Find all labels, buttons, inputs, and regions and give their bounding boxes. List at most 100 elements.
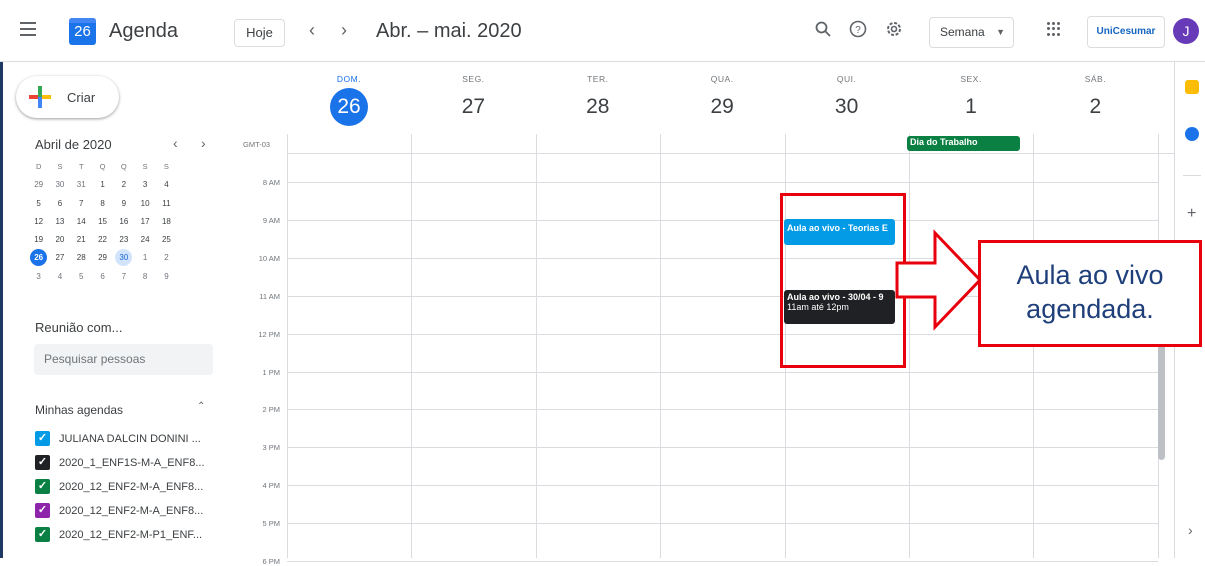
mini-calendar-day[interactable]: 6 <box>92 268 113 286</box>
mini-calendar-day[interactable]: 4 <box>49 268 70 286</box>
mini-calendar-day[interactable]: 8 <box>92 195 113 213</box>
day-header-date[interactable]: 1 <box>952 88 990 126</box>
mini-calendar-day-number: 24 <box>140 235 150 245</box>
mini-calendar-day[interactable]: 12 <box>28 213 49 231</box>
mini-calendar-day[interactable]: 9 <box>113 195 134 213</box>
search-icon[interactable] <box>814 20 832 43</box>
mini-calendar-day[interactable]: 17 <box>134 213 155 231</box>
hour-label: 6 PM <box>262 557 280 566</box>
mini-calendar-day[interactable]: 2 <box>113 176 134 194</box>
mini-calendar-day[interactable]: 21 <box>71 231 92 249</box>
annotation-callout: Aula ao vivo agendada. <box>978 240 1202 347</box>
mini-calendar-day[interactable]: 30 <box>113 249 134 267</box>
mini-calendar-day[interactable]: 18 <box>156 213 177 231</box>
mini-calendar-day[interactable]: 30 <box>49 176 70 194</box>
mini-calendar-day[interactable]: 29 <box>28 176 49 194</box>
create-button[interactable]: Criar <box>16 76 119 118</box>
mini-calendar-day[interactable]: 27 <box>49 249 70 267</box>
day-header[interactable]: QUA. 29 <box>660 74 784 126</box>
mini-calendar-day[interactable]: 7 <box>71 195 92 213</box>
mini-calendar-day-number: 14 <box>76 216 86 226</box>
mini-calendar-day-number: 8 <box>100 198 105 208</box>
account-avatar[interactable]: J <box>1173 18 1199 44</box>
mini-calendar-day[interactable]: 3 <box>134 176 155 194</box>
mini-calendar-day[interactable]: 4 <box>156 176 177 194</box>
day-header-date[interactable]: 27 <box>454 88 492 126</box>
checkbox-checked-icon[interactable]: ✓ <box>35 455 50 470</box>
hour-gridline <box>287 182 1158 183</box>
mini-calendar-day[interactable]: 9 <box>156 268 177 286</box>
mini-calendar-day[interactable]: 7 <box>113 268 134 286</box>
mini-calendar-day[interactable]: 22 <box>92 231 113 249</box>
settings-gear-icon[interactable] <box>885 20 903 43</box>
expand-panel-chevron-icon[interactable]: › <box>1188 522 1193 538</box>
day-header-date[interactable]: 28 <box>579 88 617 126</box>
checkbox-checked-icon[interactable]: ✓ <box>35 527 50 542</box>
mini-calendar-day[interactable]: 1 <box>92 176 113 194</box>
mini-calendar-day[interactable]: 16 <box>113 213 134 231</box>
mini-calendar-day[interactable]: 8 <box>134 268 155 286</box>
mini-calendar-day-number: 2 <box>164 253 169 263</box>
day-header-weekday: SEG. <box>462 74 485 84</box>
apps-grid-icon[interactable] <box>1047 22 1061 36</box>
main-menu-icon[interactable] <box>20 22 36 36</box>
search-people-input[interactable]: Pesquisar pessoas <box>34 344 213 375</box>
mini-calendar-day[interactable]: 14 <box>71 213 92 231</box>
mini-calendar-day[interactable]: 15 <box>92 213 113 231</box>
mini-calendar-day[interactable]: 28 <box>71 249 92 267</box>
mini-calendar-day[interactable]: 20 <box>49 231 70 249</box>
day-header-date[interactable]: 26 <box>330 88 368 126</box>
dropdown-caret-icon: ▼ <box>996 27 1005 37</box>
day-header[interactable]: SEG. 27 <box>411 74 535 126</box>
day-header[interactable]: SEX. 1 <box>909 74 1033 126</box>
hour-gridline <box>287 220 1158 221</box>
day-header-date[interactable]: 30 <box>828 88 866 126</box>
mini-calendar-day-number: 22 <box>98 235 107 245</box>
checkbox-checked-icon[interactable]: ✓ <box>35 479 50 494</box>
event-holiday[interactable]: Dia do Trabalho <box>907 136 1020 151</box>
day-header-weekday: QUI. <box>836 74 857 84</box>
help-icon[interactable]: ? <box>849 20 867 43</box>
mini-calendar-day[interactable]: 24 <box>134 231 155 249</box>
mini-calendar-day[interactable]: 11 <box>156 195 177 213</box>
mini-prev-month-button[interactable]: ‹ <box>173 135 178 151</box>
add-addon-plus-icon[interactable]: + <box>1187 205 1196 223</box>
mini-next-month-button[interactable]: › <box>201 135 206 151</box>
day-header[interactable]: SÁB. 2 <box>1033 74 1157 126</box>
tasks-icon[interactable] <box>1185 127 1199 141</box>
mini-calendar-day[interactable]: 19 <box>28 231 49 249</box>
day-header[interactable]: QUI. 30 <box>785 74 909 126</box>
mini-calendar-day[interactable]: 25 <box>156 231 177 249</box>
mini-calendar-day[interactable]: 5 <box>71 268 92 286</box>
day-header-date[interactable]: 29 <box>703 88 741 126</box>
mini-calendar-day[interactable]: 23 <box>113 231 134 249</box>
prev-week-button[interactable]: ‹ <box>309 20 315 41</box>
mini-calendar-title: Abril de 2020 <box>35 137 112 152</box>
mini-calendar-day[interactable]: 29 <box>92 249 113 267</box>
today-button[interactable]: Hoje <box>234 19 285 47</box>
view-select[interactable]: Semana ▼ <box>929 17 1014 48</box>
day-header[interactable]: TER. 28 <box>536 74 660 126</box>
mini-calendar-day[interactable]: 31 <box>71 176 92 194</box>
mini-calendar-day[interactable]: 6 <box>49 195 70 213</box>
day-header[interactable]: DOM. 26 <box>287 74 411 126</box>
collapse-chevron-up-icon[interactable]: ⌃ <box>197 401 205 412</box>
mini-calendar-day-number: 11 <box>162 198 171 208</box>
app-title: Agenda <box>109 20 178 42</box>
mini-calendar-day[interactable]: 5 <box>28 195 49 213</box>
mini-calendar-day[interactable]: 10 <box>134 195 155 213</box>
checkbox-checked-icon[interactable]: ✓ <box>35 431 50 446</box>
calendar-list-item-label: JULIANA DALCIN DONINI ... <box>59 433 201 445</box>
mini-calendar-day[interactable]: 13 <box>49 213 70 231</box>
next-week-button[interactable]: › <box>341 20 347 41</box>
mini-calendar-day[interactable]: 3 <box>28 268 49 286</box>
mini-calendar-day[interactable]: 1 <box>134 249 155 267</box>
mini-calendar-day[interactable]: 2 <box>156 249 177 267</box>
org-logo[interactable]: UniCesumar <box>1087 16 1165 48</box>
checkbox-checked-icon[interactable]: ✓ <box>35 503 50 518</box>
mini-calendar-day-number: 29 <box>34 180 44 190</box>
mini-calendar-day[interactable]: 26 <box>28 249 49 267</box>
keep-icon[interactable] <box>1185 80 1199 94</box>
mini-calendar-day-number: 21 <box>76 235 86 245</box>
day-header-date[interactable]: 2 <box>1076 88 1114 126</box>
